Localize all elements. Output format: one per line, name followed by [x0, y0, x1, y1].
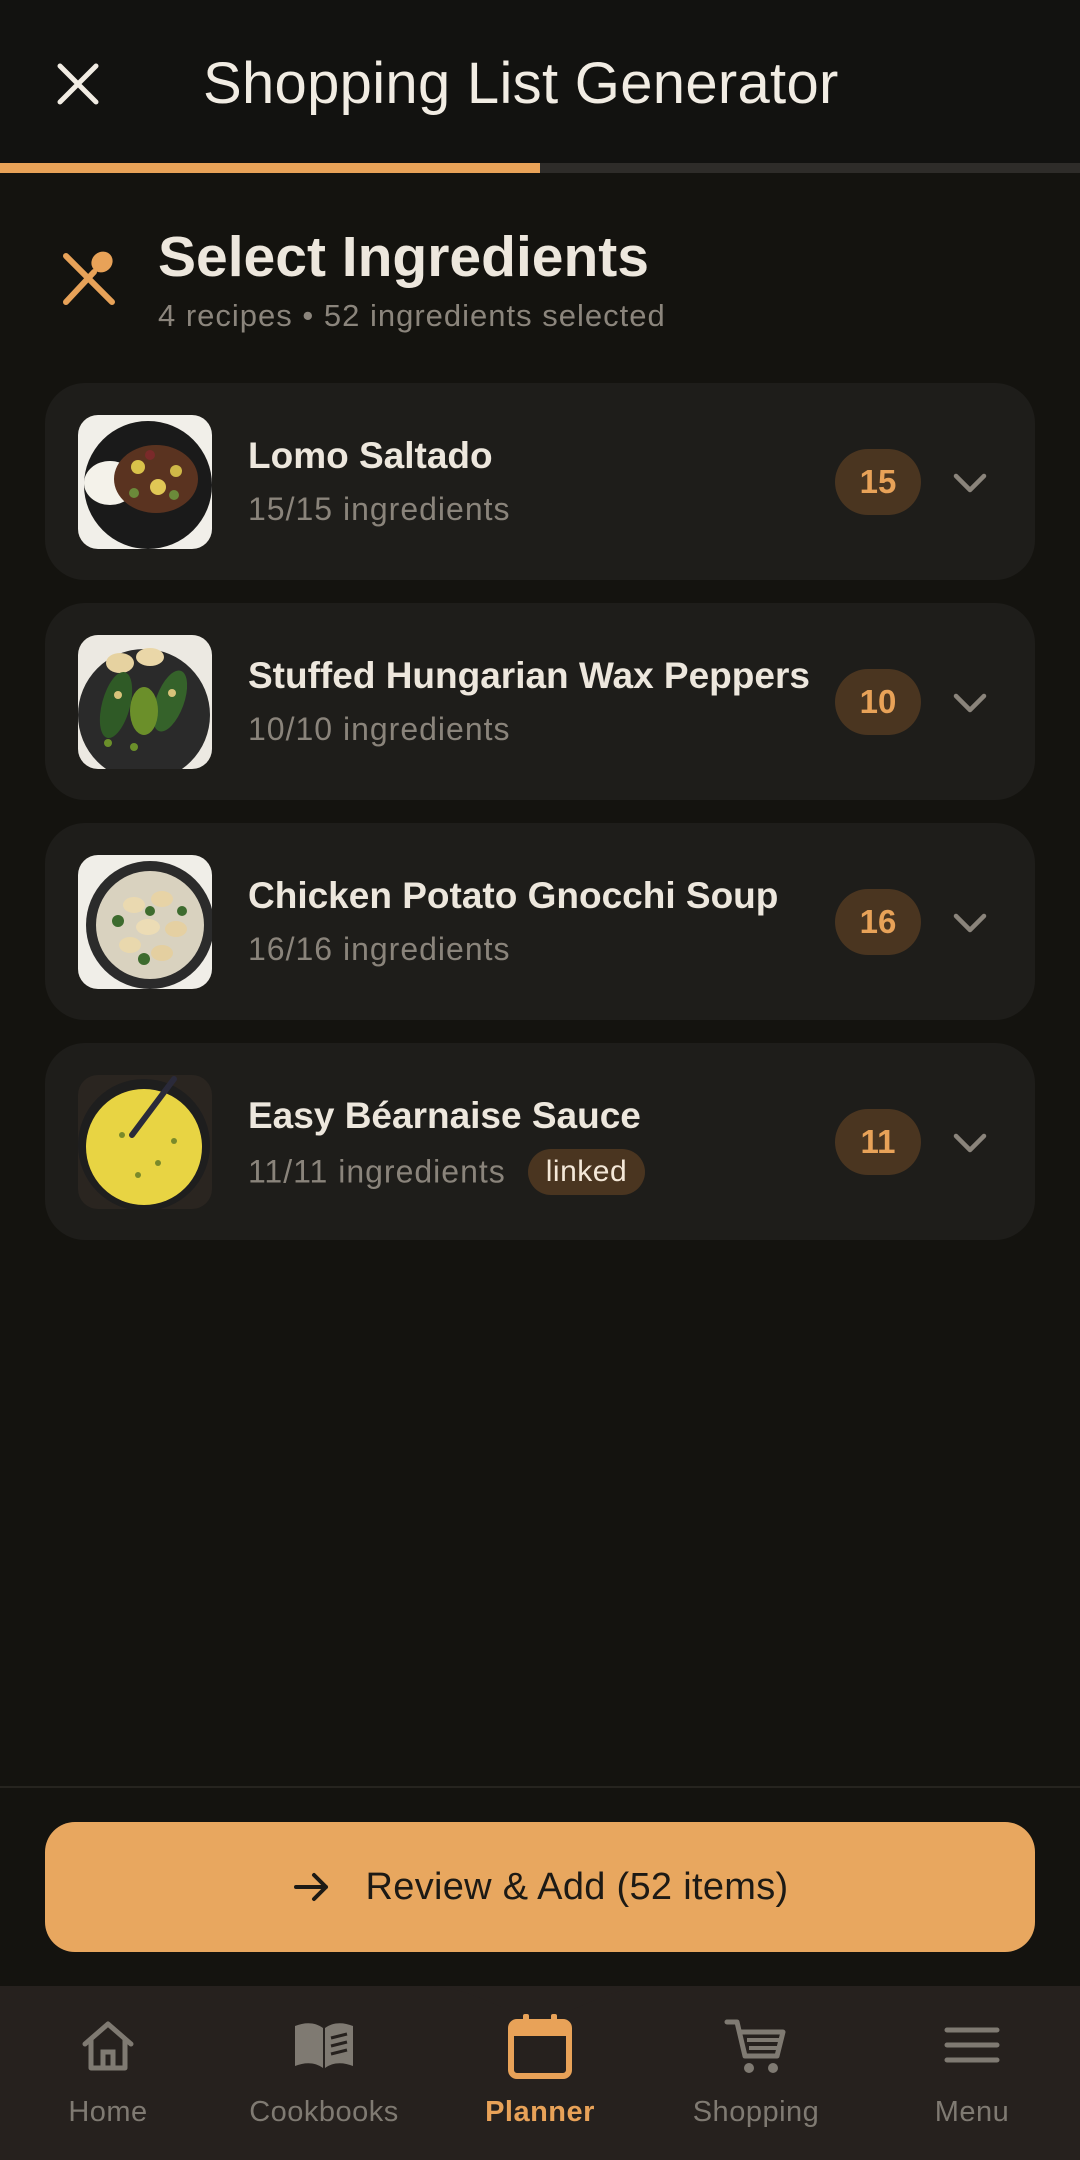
- close-icon: [57, 63, 99, 105]
- app-root: Shopping List Generator Select Ingredien…: [0, 0, 1080, 2160]
- ingredient-count-badge: 16: [835, 889, 921, 955]
- nav-item-planner[interactable]: Planner: [440, 2010, 640, 2129]
- nav-label-planner: Planner: [485, 2096, 595, 2128]
- nav-label-shopping: Shopping: [692, 2096, 820, 2128]
- recipe-ingredient-count: 15/15 ingredients: [248, 491, 511, 527]
- recipe-card[interactable]: Lomo Saltado 15/15 ingredients 15: [45, 383, 1035, 580]
- ingredient-count-badge: 11: [835, 1109, 921, 1175]
- nav-label-menu: Menu: [934, 2096, 1010, 2128]
- top-app-bar: Shopping List Generator: [0, 0, 1080, 164]
- section-subtitle: 4 recipes • 52 ingredients selected: [158, 298, 666, 333]
- linked-badge: linked: [527, 1149, 646, 1195]
- close-button[interactable]: [52, 58, 104, 110]
- recipe-thumbnail: [78, 415, 212, 549]
- chevron-down-icon[interactable]: [950, 1123, 990, 1163]
- nav-item-cookbooks[interactable]: Cookbooks: [224, 2010, 424, 2129]
- utensils-icon: [63, 251, 115, 305]
- chevron-down-icon[interactable]: [950, 903, 990, 943]
- chevron-down-icon[interactable]: [950, 683, 990, 723]
- recipe-name: Stuffed Hungarian Wax Peppers: [248, 655, 810, 696]
- ingredient-count-badge: 10: [835, 669, 921, 735]
- nav-label-cookbooks: Cookbooks: [249, 2096, 399, 2128]
- divider: [0, 1786, 1080, 1788]
- recipe-name: Easy Béarnaise Sauce: [248, 1095, 641, 1136]
- nav-item-menu[interactable]: Menu: [872, 2010, 1072, 2129]
- recipe-ingredient-count: 10/10 ingredients: [248, 711, 511, 747]
- menu-icon: [944, 2027, 1000, 2063]
- nav-item-home[interactable]: Home: [8, 2010, 208, 2129]
- chevron-down-icon[interactable]: [950, 463, 990, 503]
- home-icon: [82, 2021, 134, 2071]
- progress-bar-fill: [0, 163, 540, 173]
- review-add-label: Review & Add (52 items): [365, 1865, 789, 1908]
- calendar-icon: [508, 2014, 572, 2079]
- section-title: Select Ingredients: [158, 225, 649, 289]
- recipe-name: Lomo Saltado: [248, 435, 493, 476]
- recipe-thumbnail: [78, 635, 212, 769]
- recipe-thumbnail: [78, 855, 212, 989]
- progress-bar: [0, 163, 1080, 173]
- recipe-card[interactable]: Stuffed Hungarian Wax Peppers 10/10 ingr…: [45, 603, 1035, 800]
- arrow-right-icon: [293, 1873, 328, 1901]
- recipe-ingredient-count: 11/11 ingredients linked: [248, 1149, 646, 1197]
- page-title: Shopping List Generator: [203, 51, 839, 116]
- review-add-button[interactable]: Review & Add (52 items): [45, 1822, 1035, 1952]
- cart-icon: [724, 2019, 786, 2073]
- book-icon: [295, 2023, 353, 2068]
- recipe-name: Chicken Potato Gnocchi Soup: [248, 875, 779, 916]
- recipe-ingredient-count: 16/16 ingredients: [248, 931, 511, 967]
- recipe-thumbnail: [78, 1075, 212, 1209]
- recipe-card[interactable]: Chicken Potato Gnocchi Soup 16/16 ingred…: [45, 823, 1035, 1020]
- nav-label-home: Home: [68, 2096, 148, 2128]
- nav-item-shopping[interactable]: Shopping: [656, 2010, 856, 2129]
- recipe-card[interactable]: Easy Béarnaise Sauce 11/11 ingredients li…: [45, 1043, 1035, 1240]
- ingredient-count-badge: 15: [835, 449, 921, 515]
